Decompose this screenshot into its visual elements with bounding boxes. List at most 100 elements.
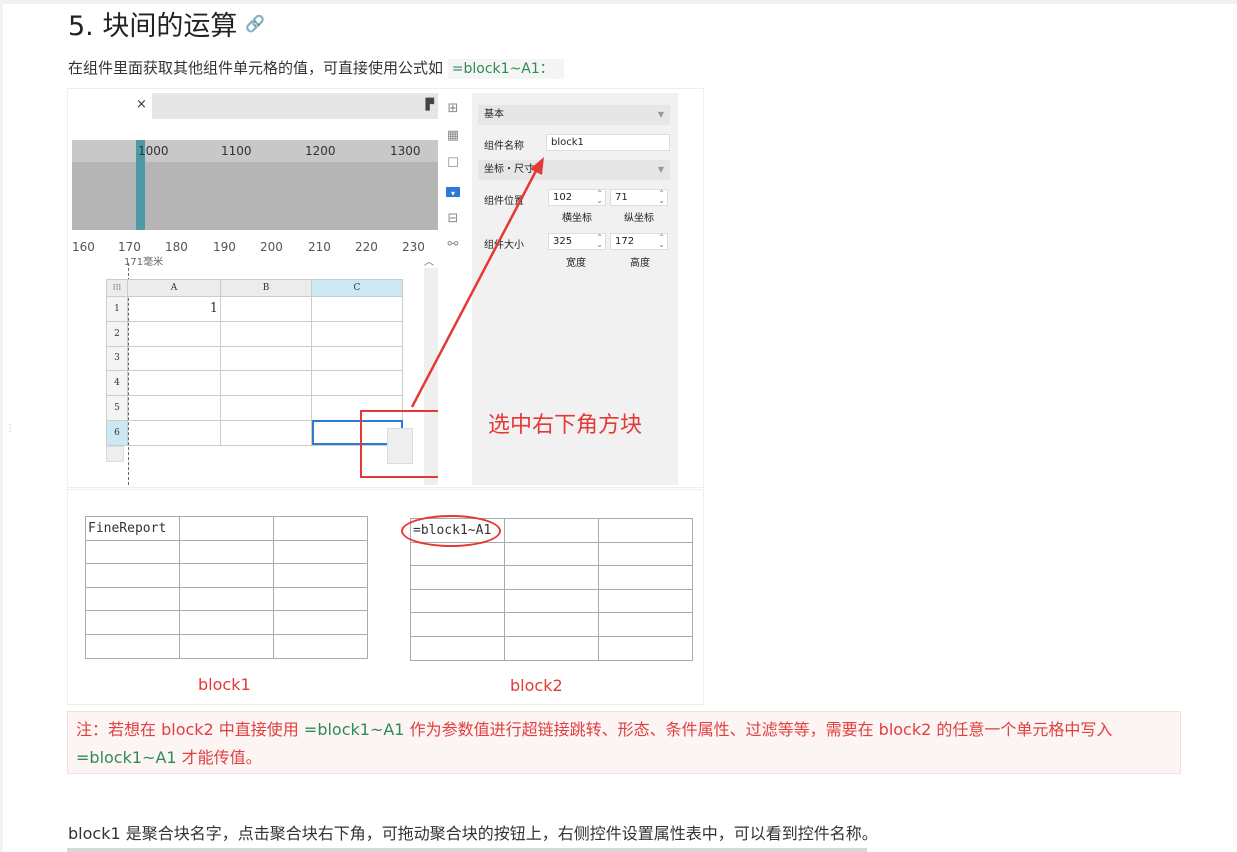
grid-cell[interactable] — [220, 296, 312, 322]
grid-cell[interactable] — [598, 565, 693, 590]
note-text: 注：若想在 block2 中直接使用 — [76, 720, 304, 739]
grid-cell[interactable] — [598, 518, 693, 543]
name-label: 组件名称 — [484, 141, 524, 152]
grid-cell[interactable] — [311, 345, 403, 372]
grid-cell[interactable] — [410, 612, 505, 637]
grid-cell[interactable] — [179, 563, 274, 588]
row-header[interactable]: 6 — [106, 419, 128, 446]
heading-text: 5. 块间的运算 — [68, 11, 238, 42]
row-header[interactable]: 2 — [106, 320, 128, 347]
grid-cell[interactable] — [504, 541, 599, 567]
stepper-arrows-icon: ⌃ ⌄ — [658, 233, 665, 249]
grid-cell[interactable] — [179, 539, 274, 565]
grid-cell[interactable] — [410, 635, 505, 661]
height-stepper[interactable]: 172 ⌃ ⌄ — [610, 233, 668, 250]
grid-cell[interactable] — [504, 612, 599, 637]
grid-cell[interactable] — [273, 563, 368, 588]
grid-cell[interactable] — [311, 370, 403, 397]
chevron-down-icon: ▼ — [657, 110, 664, 119]
tab-bar: × ▛ — [72, 93, 438, 119]
x-caption: 横坐标 — [562, 213, 592, 224]
link-icon[interactable]: ⚯ — [446, 238, 460, 252]
column-header-b[interactable]: B — [220, 279, 312, 297]
widget-icon[interactable]: ▦ — [446, 129, 460, 143]
grid-cell[interactable] — [598, 588, 693, 614]
y-caption: 纵坐标 — [624, 213, 654, 224]
grid-cell[interactable] — [127, 395, 221, 421]
grid-cell[interactable] — [179, 633, 274, 659]
grid-cell[interactable] — [504, 635, 599, 661]
grid-cell[interactable] — [410, 565, 505, 590]
grid-cell[interactable] — [598, 612, 693, 637]
grid-cell[interactable] — [273, 516, 368, 541]
horizontal-ruler: 1000 1100 1200 1300 — [72, 140, 438, 162]
designer-canvas: × ▛ 1000 1100 1200 1300 160 170 180 190 … — [72, 93, 446, 485]
intro-code: =block1~A1： — [447, 59, 564, 79]
grid-cell[interactable] — [504, 565, 599, 590]
grid-cell[interactable] — [504, 518, 599, 543]
grid-cell[interactable] — [179, 586, 274, 612]
grid-cell[interactable] — [273, 539, 368, 565]
ruler-tick: 230 — [402, 240, 425, 254]
grid-cell[interactable] — [220, 370, 312, 397]
section-coordinates[interactable]: 坐标・尺寸 ▼ — [478, 160, 670, 180]
grid-cell[interactable] — [179, 610, 274, 635]
left-gutter — [0, 0, 3, 852]
close-icon[interactable]: × — [136, 97, 147, 112]
stepper-arrows-icon: ⌃ ⌄ — [596, 233, 603, 249]
width-stepper[interactable]: 325 ⌃ ⌄ — [548, 233, 606, 250]
row-header[interactable]: 1 — [106, 296, 128, 322]
grid-cell[interactable] — [85, 563, 180, 588]
cell-a1[interactable]: 1 — [127, 296, 221, 322]
grid-cell[interactable] — [85, 586, 180, 612]
grid-cell[interactable] — [220, 345, 312, 372]
designer-screenshot: × ▛ 1000 1100 1200 1300 160 170 180 190 … — [67, 88, 704, 488]
y-stepper[interactable]: 71 ⌃ ⌄ — [610, 189, 668, 206]
scroll-up-icon[interactable]: ︿ — [424, 253, 434, 268]
grid-cell[interactable] — [85, 539, 180, 565]
grid-cell[interactable] — [311, 296, 403, 322]
event-icon[interactable]: ⊟ — [446, 212, 460, 226]
grid-cell[interactable] — [598, 541, 693, 567]
column-header-a[interactable]: A — [127, 279, 221, 297]
grid-cell[interactable] — [220, 395, 312, 421]
row-header[interactable]: 4 — [106, 370, 128, 397]
note-text: 才能传值。 — [176, 748, 262, 767]
grid-cell[interactable] — [273, 633, 368, 659]
block1-cell-a1[interactable]: FineReport — [85, 516, 180, 541]
grid-cell[interactable] — [127, 370, 221, 397]
grid-cell[interactable] — [273, 610, 368, 635]
grid-cell[interactable] — [127, 419, 221, 446]
grid-cell[interactable] — [127, 320, 221, 347]
stepper-arrows-icon: ⌃ ⌄ — [596, 189, 603, 205]
row-add-handle[interactable] — [106, 446, 124, 462]
grid-cell[interactable] — [179, 516, 274, 541]
grid-cell[interactable] — [273, 586, 368, 612]
component-name-input[interactable]: block1 — [546, 134, 670, 151]
resize-handle-icon[interactable]: ⋮ — [5, 424, 15, 444]
properties-icon[interactable]: ▾ — [446, 187, 460, 198]
grid-corner[interactable]: ⁝⁝⁝ — [106, 279, 128, 297]
layout-icon[interactable]: ⊞ — [446, 102, 460, 116]
note-box: 注：若想在 block2 中直接使用 =block1~A1 作为参数值进行超链接… — [67, 711, 1181, 774]
next-image-edge — [67, 848, 867, 852]
anchor-link-icon[interactable]: 🔗 — [245, 14, 265, 33]
pin-icon[interactable]: ▛ — [426, 98, 434, 111]
x-stepper[interactable]: 102 ⌃ ⌄ — [548, 189, 606, 206]
grid-cell[interactable] — [85, 633, 180, 659]
page-background — [72, 162, 438, 230]
grid-cell[interactable] — [598, 635, 693, 661]
section-basic[interactable]: 基本 ▼ — [478, 105, 670, 125]
grid-cell[interactable] — [504, 588, 599, 614]
grid-cell[interactable] — [410, 588, 505, 614]
column-header-c[interactable]: C — [311, 279, 403, 297]
grid-cell[interactable] — [311, 320, 403, 347]
grid-cell[interactable] — [220, 419, 312, 446]
grid-cell[interactable] — [220, 320, 312, 347]
grid-cell[interactable] — [127, 345, 221, 372]
row-header[interactable]: 3 — [106, 345, 128, 372]
grid-cell[interactable] — [85, 610, 180, 635]
row-header[interactable]: 5 — [106, 395, 128, 421]
frame-icon[interactable]: ☐ — [446, 157, 460, 171]
ruler-tick: 1100 — [221, 144, 252, 158]
